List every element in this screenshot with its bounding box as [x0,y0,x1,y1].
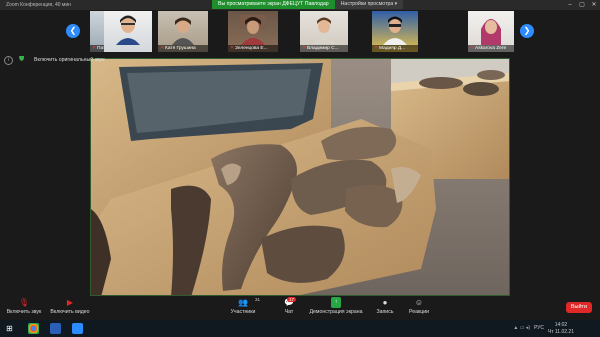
word-icon[interactable] [50,323,61,334]
meeting-toolbar: 🎙 Включить звук ▶ Включить видео 👥 Участ… [0,296,600,320]
unmute-button[interactable]: 🎙 Включить звук [6,297,42,315]
participant-video [172,17,194,45]
muted-mic-icon: ✕ [470,46,475,51]
participants-button[interactable]: 👥 Участники 31 [226,297,260,315]
start-video-button[interactable]: ▶ Включить видео [48,297,92,315]
participant-name: Катя Грушина [165,46,196,51]
muted-mic-icon: ✕ [160,46,165,51]
zoom-window: Zoom Конференция, 40 мин Вы просматривае… [0,0,600,337]
shared-screen-image [91,59,509,295]
mic-muted-icon: 🎙 [18,298,30,307]
language-indicator[interactable]: РУС [534,325,544,331]
share-screen-label: Демонстрация экрана [309,309,363,315]
participant-tile[interactable]: ✕Askarova Zere [468,11,514,52]
unmute-label: Включить звук [6,309,42,315]
reactions-button[interactable]: ☺ Реакции [404,297,434,315]
record-icon: ● [382,298,388,307]
share-screen-button[interactable]: ↑ Демонстрация экрана [307,297,365,315]
close-button[interactable]: ✕ [588,0,600,10]
clock[interactable]: 14:02 Чт 11.02.21 [548,322,574,335]
zoom-icon[interactable] [72,323,83,334]
viewing-screen-label: Вы просматриваете экран ДФЕЦУТ Павлодар [212,0,335,9]
start-video-label: Включить видео [50,309,90,315]
chat-badge: 17 [286,297,296,302]
share-screen-icon: ↑ [331,297,341,308]
window-controls: – ▢ ✕ [564,0,600,10]
reactions-icon: ☺ [414,298,424,307]
next-page-button[interactable]: ❯ [520,24,534,38]
active-speaker-label: Экрансов научный ход [263,58,311,63]
participants-count: 31 [254,297,260,302]
participant-video [383,16,407,45]
participant-tile[interactable]: ✕Мадияр Д... [372,11,418,52]
window-title: Zoom Конференция, 40 мин [6,2,71,8]
muted-mic-icon: ✕ [302,46,307,51]
muted-mic-icon: ✕ [374,46,379,51]
system-tray-icons[interactable]: ▲ ▭ ◂) [513,325,530,331]
notice-bar: i ⛊ Включить оригинальный звук Экрансов … [0,55,600,66]
record-button[interactable]: ● Запись [370,297,400,315]
maximize-button[interactable]: ▢ [576,0,588,10]
clock-time: 14:02 [554,322,568,328]
participant-video [481,19,501,45]
participant-tile[interactable]: ✕Владимир С... [300,11,348,52]
minimize-button[interactable]: – [564,0,576,10]
reactions-label: Реакции [408,309,430,315]
view-options-button[interactable]: Настройки просмотра ▾ [334,0,404,9]
participant-tile[interactable] [104,11,152,52]
chat-label: Чат [284,309,294,315]
participants-label: Участники [230,309,256,315]
video-off-icon: ▶ [66,298,74,307]
prev-page-button[interactable]: ❮ [66,24,80,38]
windows-taskbar: ⊞ ▲ ▭ ◂) РУС 14:02 Чт 11.02.21 [0,320,600,337]
participant-tile[interactable]: ✕Зеленцова Е... [228,11,278,52]
shield-icon: ⛊ [19,56,25,63]
participant-name: Мадияр Д... [379,46,406,51]
participant-video [240,15,266,45]
participant-name: Askarova Zere [475,46,507,51]
muted-mic-icon: ✕ [230,46,235,51]
enable-original-sound-link[interactable]: Включить оригинальный звук [34,57,104,63]
participant-video [116,15,140,45]
record-label: Запись [376,309,394,315]
view-banner: Вы просматриваете экран ДФЕЦУТ Павлодар … [212,0,404,9]
leave-button[interactable]: Выйти [566,302,592,313]
info-icon[interactable]: i [4,56,13,65]
participant-name: Владимир С... [307,46,339,51]
chrome-icon[interactable] [28,323,39,334]
participant-tile[interactable]: ✕Катя Грушина [158,11,208,52]
shared-screen [90,58,510,296]
windows-start-icon[interactable]: ⊞ [4,323,15,334]
chat-button[interactable]: 💬 Чат 17 [278,297,300,315]
participant-video [312,17,336,44]
clock-date: Чт 11.02.21 [547,328,574,335]
participant-strip: ❮ ✕Патр ✕Катя Грушина ✕Зеленцова Е... ✕В… [0,10,600,54]
muted-mic-icon: ✕ [92,46,97,51]
participant-name: Зеленцова Е... [235,46,268,51]
